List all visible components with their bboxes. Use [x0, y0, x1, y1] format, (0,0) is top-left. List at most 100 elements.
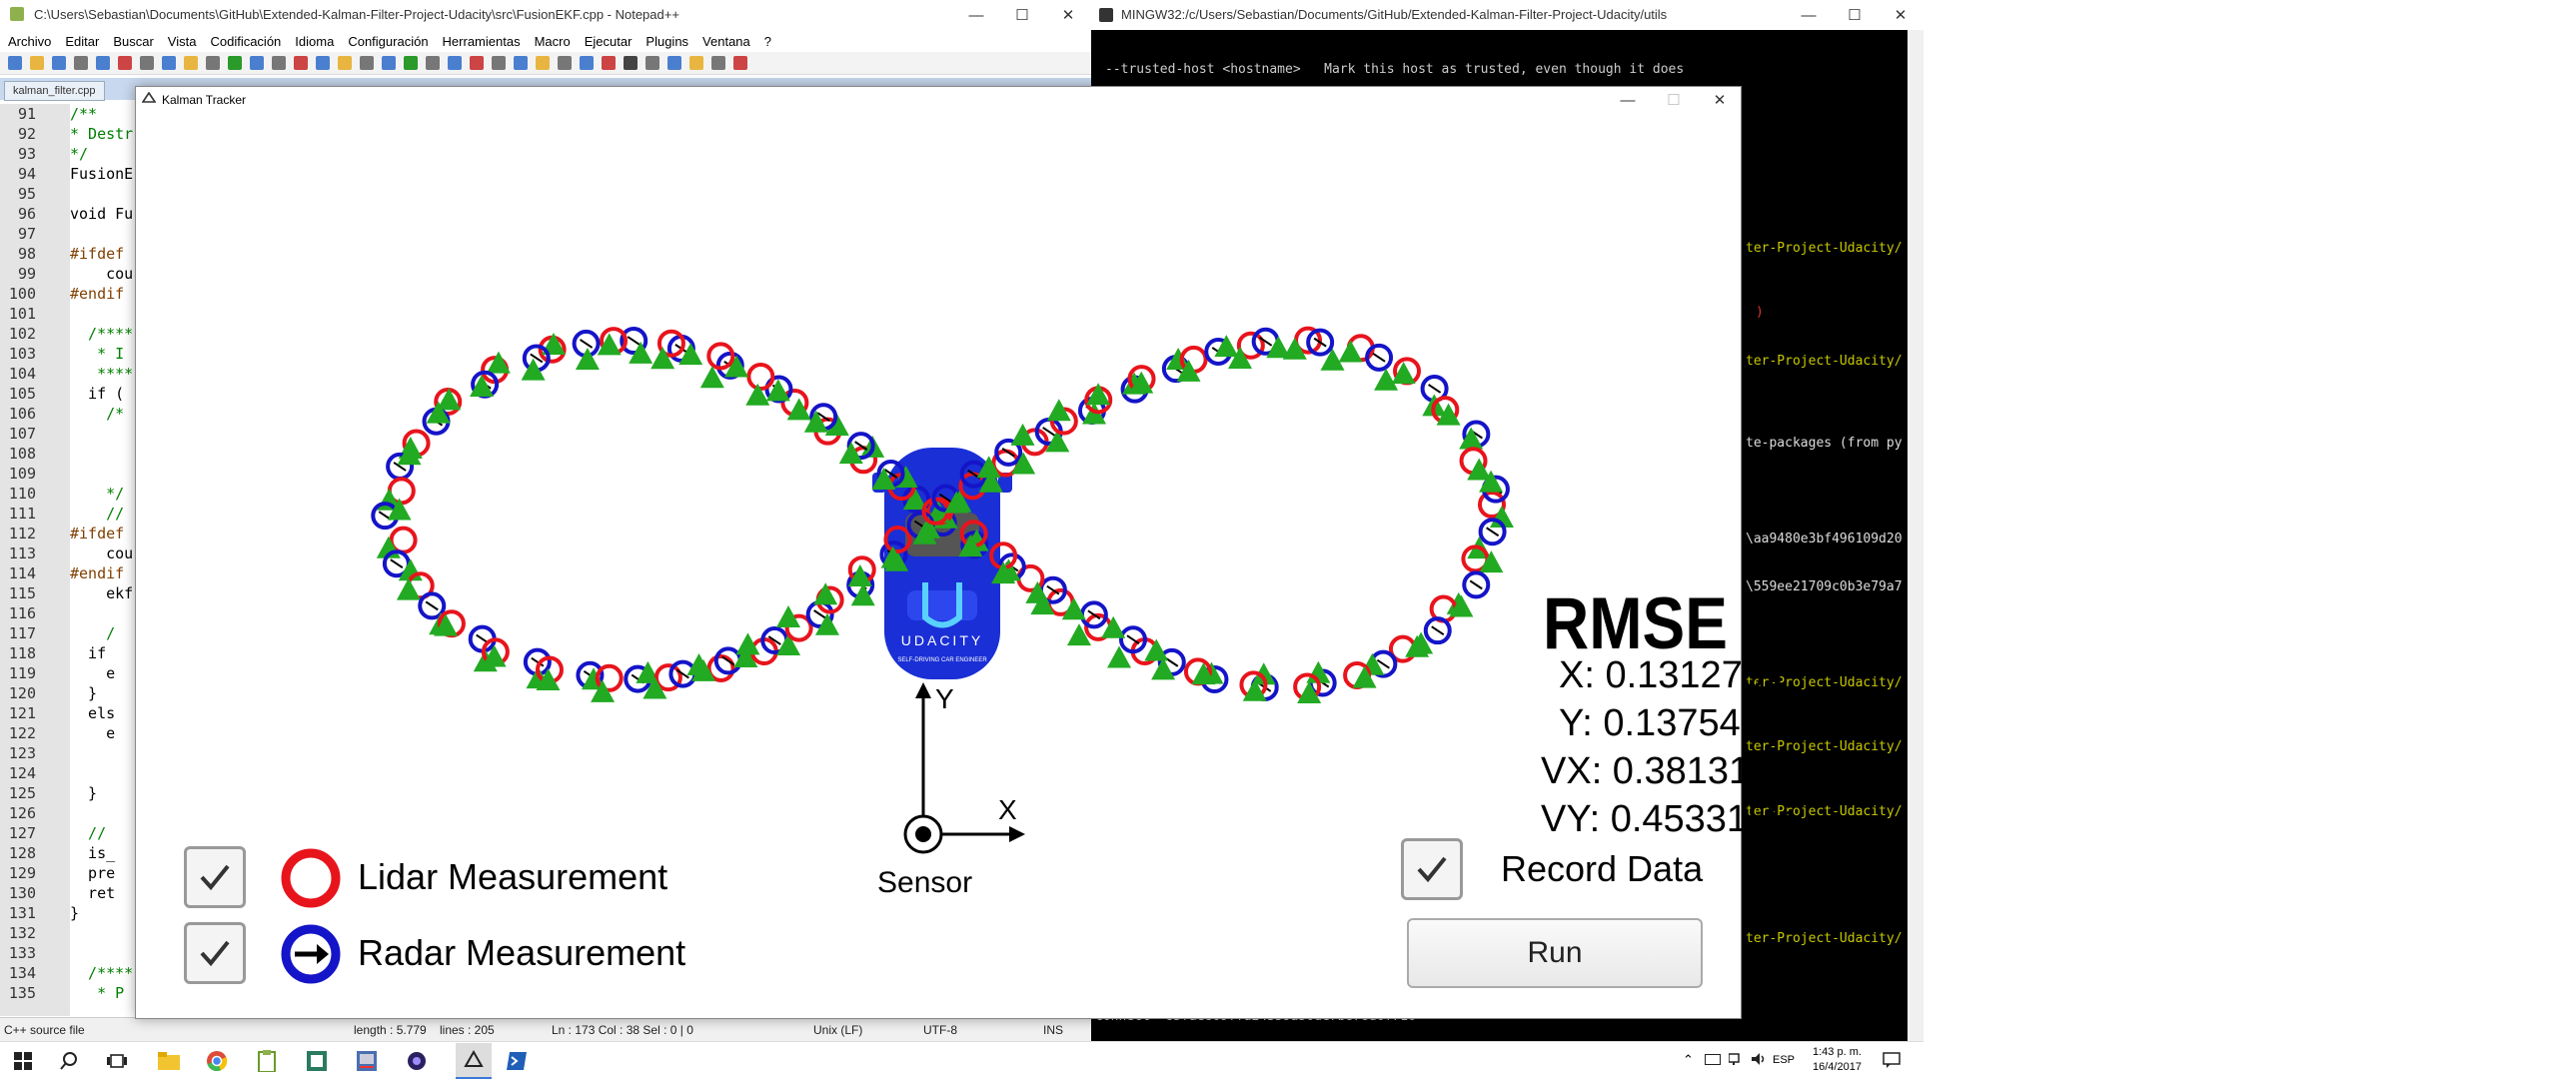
radar-arrow: [1372, 353, 1386, 363]
task-view-icon[interactable]: [106, 1050, 128, 1072]
volume-icon[interactable]: [1751, 1051, 1767, 1072]
notepadpp-taskbar-icon[interactable]: [256, 1050, 278, 1072]
toolbar-button-icon[interactable]: [558, 56, 572, 70]
toolbar-button-icon[interactable]: [711, 56, 725, 70]
search-icon[interactable]: [58, 1050, 80, 1072]
menu-vista[interactable]: Vista: [168, 34, 197, 49]
menu-codificacion[interactable]: Codificación: [210, 34, 281, 49]
toolbar-button-icon[interactable]: [52, 56, 66, 70]
app-taskbar-icon[interactable]: [306, 1050, 328, 1072]
toolbar-button-icon[interactable]: [602, 56, 616, 70]
minimize-icon[interactable]: —: [1605, 87, 1651, 113]
toolbar-button-icon[interactable]: [250, 56, 264, 70]
code-line: is_: [70, 844, 116, 862]
code-line: e: [70, 664, 116, 682]
media-taskbar-icon[interactable]: [406, 1050, 428, 1072]
toolbar-button-icon[interactable]: [667, 56, 681, 70]
code-line: * P: [70, 984, 125, 1002]
menu-macro[interactable]: Macro: [535, 34, 571, 49]
lidar-checkbox[interactable]: [184, 846, 246, 908]
line-number: 98: [17, 245, 36, 263]
menu-herramientas[interactable]: Herramientas: [443, 34, 521, 49]
toolbar-button-icon[interactable]: [206, 56, 220, 70]
toolbar-button-icon[interactable]: [426, 56, 440, 70]
toolbar-button-icon[interactable]: [118, 56, 132, 70]
toolbar-button-icon[interactable]: [162, 56, 176, 70]
toolbar-button-icon[interactable]: [470, 56, 484, 70]
toolbar-button-icon[interactable]: [228, 56, 242, 70]
terminal-scrollbar[interactable]: [1908, 30, 1924, 1041]
close-icon[interactable]: ✕: [1697, 87, 1743, 113]
menu-ventana[interactable]: Ventana: [702, 34, 750, 49]
notifications-icon[interactable]: [1883, 1051, 1901, 1074]
line-number: 102: [8, 325, 36, 343]
powershell-taskbar-icon[interactable]: [506, 1050, 528, 1072]
code-line: * Destr: [70, 125, 134, 143]
estimate-marker: [1459, 427, 1484, 450]
toolbar-button-icon[interactable]: [294, 56, 308, 70]
minimize-icon[interactable]: —: [1786, 0, 1832, 30]
toolbar-button-icon[interactable]: [140, 56, 154, 70]
menu-idioma[interactable]: Idioma: [295, 34, 334, 49]
menu-plugins[interactable]: Plugins: [645, 34, 688, 49]
code-line: #endif: [70, 285, 125, 303]
menu-archivo[interactable]: Archivo: [8, 34, 51, 49]
tab-kalman-filter[interactable]: kalman_filter.cpp: [4, 81, 105, 101]
toolbar-button-icon[interactable]: [96, 56, 110, 70]
toolbar-button-icon[interactable]: [580, 56, 594, 70]
radar-checkbox[interactable]: [184, 922, 246, 984]
menu-help[interactable]: ?: [764, 34, 771, 49]
minimize-icon[interactable]: —: [953, 0, 999, 30]
line-number: 101: [8, 305, 36, 323]
windows-start-icon[interactable]: [12, 1050, 34, 1072]
toolbar-button-icon[interactable]: [382, 56, 396, 70]
menu-configuracion[interactable]: Configuración: [348, 34, 428, 49]
file-explorer-icon[interactable]: [158, 1050, 180, 1072]
network-icon[interactable]: [1728, 1051, 1745, 1072]
radar-label: Radar Measurement: [358, 932, 686, 973]
code-editor[interactable]: /** * Destr */ FusionE void Fu #ifdef cou #e…: [70, 104, 140, 1016]
toolbar-button-icon[interactable]: [448, 56, 462, 70]
record-data-checkbox[interactable]: [1401, 838, 1463, 900]
toolbar-button-icon[interactable]: [689, 56, 703, 70]
code-line: /**: [70, 105, 98, 123]
toolbar-button-icon[interactable]: [184, 56, 198, 70]
chrome-icon[interactable]: [206, 1050, 228, 1072]
toolbar-button-icon[interactable]: [404, 56, 418, 70]
tray-chevron-icon[interactable]: ⌃: [1683, 1052, 1694, 1068]
toolbar-button-icon[interactable]: [316, 56, 330, 70]
checkmark-icon: [1417, 856, 1447, 883]
toolbar-button-icon[interactable]: [360, 56, 374, 70]
kalman-titlebar: Kalman Tracker — ☐ ✕: [136, 87, 1741, 113]
toolbar-button-icon[interactable]: [74, 56, 88, 70]
battery-icon[interactable]: [1705, 1054, 1721, 1065]
toolbar-button-icon[interactable]: [733, 56, 747, 70]
menu-editar[interactable]: Editar: [65, 34, 99, 49]
toolbar-button-icon[interactable]: [338, 56, 352, 70]
notepadpp-app-icon: [10, 7, 24, 21]
unity-taskbar-icon[interactable]: [456, 1043, 492, 1079]
maximize-icon[interactable]: ☐: [999, 0, 1045, 30]
toolbar-button-icon[interactable]: [8, 56, 22, 70]
language-indicator[interactable]: ESP: [1773, 1054, 1795, 1066]
maximize-icon[interactable]: ☐: [1832, 0, 1878, 30]
toolbar-button-icon[interactable]: [30, 56, 44, 70]
toolbar-button-icon[interactable]: [624, 56, 638, 70]
toolbar-button-icon[interactable]: [492, 56, 506, 70]
terminal-titlebar: MINGW32:/c/Users/Sebastian/Documents/Git…: [1091, 0, 1924, 30]
toolbar-button-icon[interactable]: [536, 56, 550, 70]
terminal-taskbar-icon[interactable]: [356, 1050, 378, 1072]
close-icon[interactable]: ✕: [1878, 0, 1924, 30]
toolbar-button-icon[interactable]: [514, 56, 528, 70]
menu-ejecutar[interactable]: Ejecutar: [585, 34, 633, 49]
toolbar-button-icon[interactable]: [645, 56, 659, 70]
rmse-vx: VX: 0.381317\r: [1541, 750, 1795, 792]
toolbar-button-icon[interactable]: [272, 56, 286, 70]
menu-buscar[interactable]: Buscar: [113, 34, 153, 49]
taskbar-clock[interactable]: 1:43 p. m. 16/4/2017: [1813, 1045, 1862, 1075]
run-button[interactable]: Run: [1407, 918, 1703, 988]
code-line: cou: [70, 265, 134, 283]
close-icon[interactable]: ✕: [1045, 0, 1091, 30]
